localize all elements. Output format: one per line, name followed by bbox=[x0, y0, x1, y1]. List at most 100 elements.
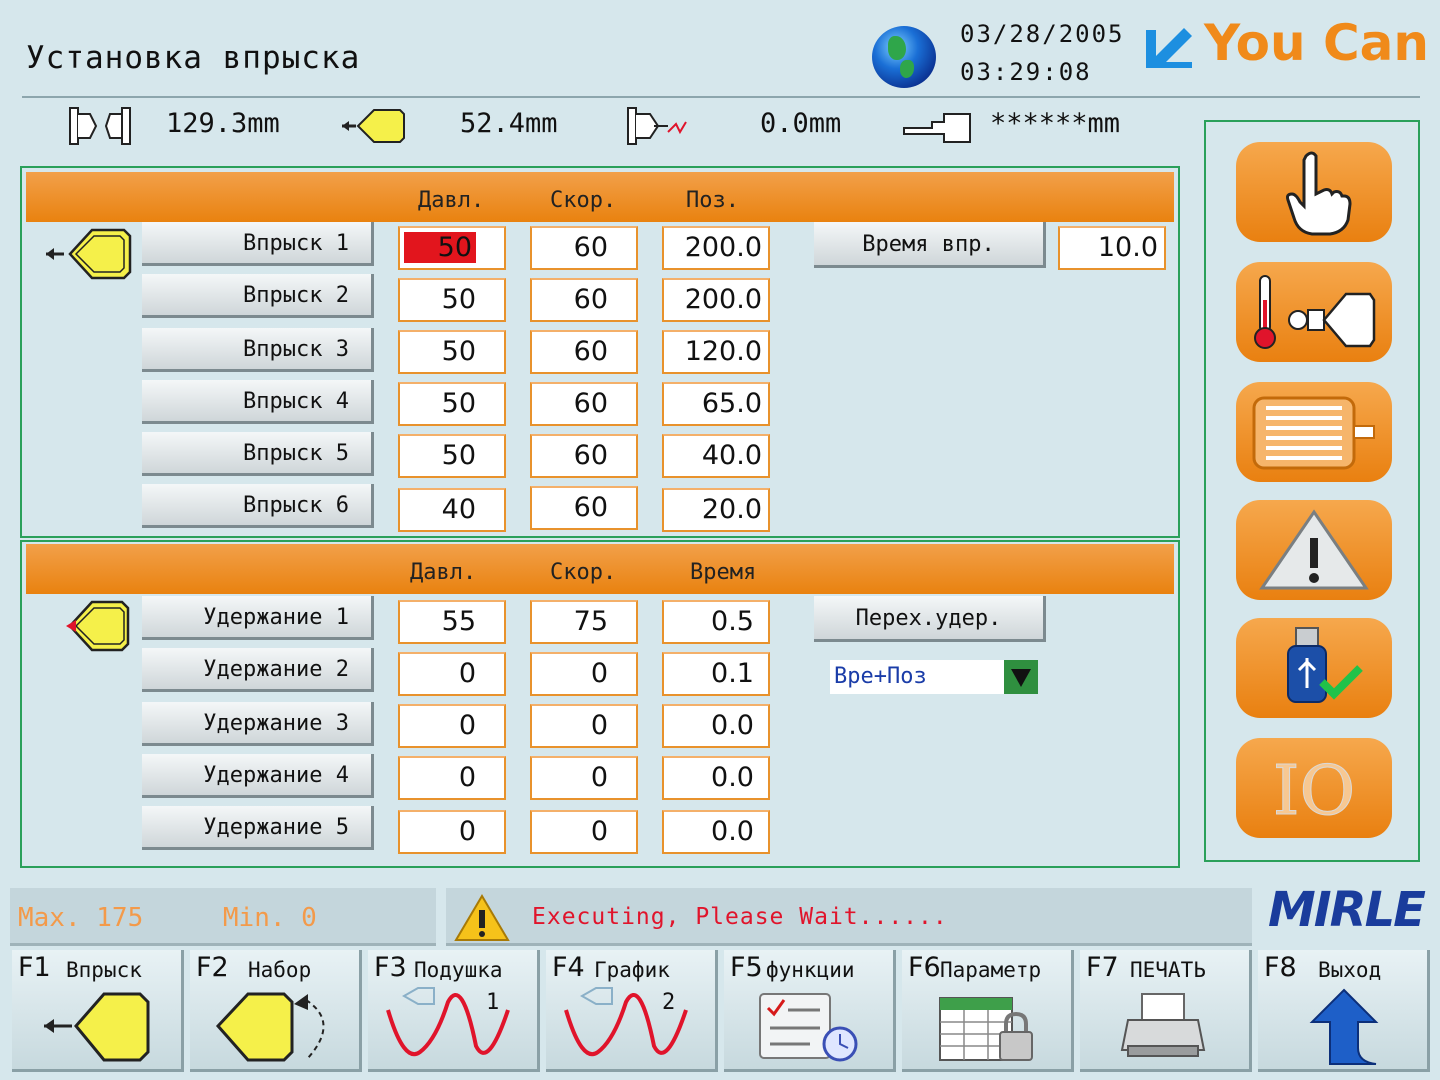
f7-print-key[interactable]: F7 ПЕЧАТЬ bbox=[1080, 950, 1252, 1072]
header-divider bbox=[22, 96, 1420, 98]
alarm-button[interactable] bbox=[1236, 500, 1392, 600]
holding-stage-5-button[interactable]: Удержание 5 bbox=[142, 806, 374, 850]
injection-5-speed-input[interactable]: 60 bbox=[530, 434, 638, 478]
holding-3-pressure-input[interactable]: 0 bbox=[398, 704, 506, 748]
screen: Установка впрыска 03/28/2005 03:29:08 Yo… bbox=[0, 0, 1440, 1080]
f5-functions-key[interactable]: F5 функции bbox=[724, 950, 896, 1072]
holding-4-pressure-input[interactable]: 0 bbox=[398, 756, 506, 800]
injection-position-icon bbox=[342, 109, 405, 143]
injection-stage-2-button[interactable]: Впрыск 2 bbox=[142, 274, 374, 318]
holding-2-pressure-input[interactable]: 0 bbox=[398, 652, 506, 696]
injection-1-position-input[interactable]: 200.0 bbox=[662, 226, 770, 270]
globe-icon[interactable] bbox=[872, 26, 936, 88]
manual-mode-button[interactable] bbox=[1236, 142, 1392, 242]
f7-number: F7 bbox=[1086, 952, 1119, 983]
temperature-button[interactable] bbox=[1236, 262, 1392, 362]
holding-2-time-input[interactable]: 0.1 bbox=[662, 652, 770, 696]
vendor-logo: MIRLE bbox=[1268, 882, 1426, 938]
injection-6-pressure-input[interactable]: 40 bbox=[398, 488, 506, 532]
holding-4-speed-input[interactable]: 0 bbox=[530, 756, 638, 800]
holding-stage-icon bbox=[66, 600, 130, 652]
holding-1-pressure-input[interactable]: 55 bbox=[398, 600, 506, 644]
injection-2-position-input[interactable]: 200.0 bbox=[662, 278, 770, 322]
f2-number: F2 bbox=[196, 952, 229, 983]
injection-time-button[interactable]: Время впр. bbox=[814, 222, 1046, 268]
f4-graph-key[interactable]: F4 График 2 bbox=[546, 950, 718, 1072]
injection-stage-icon bbox=[46, 228, 132, 280]
alarm-warning-icon bbox=[1259, 509, 1369, 590]
injection-1-pressure-input[interactable]: 50 bbox=[398, 226, 506, 270]
f5-label: функции bbox=[766, 958, 855, 982]
cushion-curve-icon bbox=[386, 987, 510, 1057]
f1-injection-key[interactable]: F1 Впрыск bbox=[12, 950, 184, 1072]
injection-1-pressure-value: 50 bbox=[403, 232, 476, 263]
page-title: Установка впрыска bbox=[26, 40, 361, 76]
column-position: Поз. bbox=[686, 188, 739, 213]
injection-icon bbox=[44, 992, 150, 1062]
screw-position-value: 52.4mm bbox=[460, 108, 558, 139]
injection-2-pressure-input[interactable]: 50 bbox=[398, 278, 506, 322]
injection-stage-5-button[interactable]: Впрыск 5 bbox=[142, 432, 374, 476]
f8-number: F8 bbox=[1264, 952, 1297, 983]
injection-header-band: Давл. Скор. Поз. bbox=[26, 172, 1174, 222]
f1-number: F1 bbox=[18, 952, 51, 983]
column-time: Время bbox=[690, 560, 757, 585]
injection-stage-4-button[interactable]: Впрыск 4 bbox=[142, 380, 374, 424]
holding-2-speed-input[interactable]: 0 bbox=[530, 652, 638, 696]
holding-5-speed-input[interactable]: 0 bbox=[530, 810, 638, 854]
usb-button[interactable] bbox=[1236, 618, 1392, 718]
injection-6-position-input[interactable]: 20.0 bbox=[662, 488, 770, 532]
checklist-clock-icon bbox=[759, 993, 858, 1062]
holding-5-time-input[interactable]: 0.0 bbox=[662, 810, 770, 854]
core-pull-icon bbox=[903, 113, 971, 143]
motor-button[interactable] bbox=[1236, 382, 1392, 482]
charge-icon bbox=[215, 992, 325, 1062]
holding-1-speed-input[interactable]: 75 bbox=[530, 600, 638, 644]
column-speed: Скор. bbox=[550, 188, 617, 213]
injection-4-speed-input[interactable]: 60 bbox=[530, 382, 638, 426]
globe-land bbox=[888, 36, 906, 60]
holding-stage-1-button[interactable]: Удержание 1 bbox=[142, 596, 374, 640]
f3-cushion-key[interactable]: F3 Подушка 1 bbox=[368, 950, 540, 1072]
holding-1-time-input[interactable]: 0.5 bbox=[662, 600, 770, 644]
transfer-mode-select[interactable]: Вре+Поз bbox=[830, 660, 1038, 694]
f2-label: Набор bbox=[248, 958, 312, 982]
holding-4-time-input[interactable]: 0.0 bbox=[662, 756, 770, 800]
injection-stage-3-button[interactable]: Впрыск 3 bbox=[142, 328, 374, 372]
f2-charge-key[interactable]: F2 Набор bbox=[190, 950, 362, 1072]
chevron-down-icon[interactable] bbox=[1004, 660, 1038, 694]
holding-stage-3-button[interactable]: Удержание 3 bbox=[142, 702, 374, 746]
usb-drive-icon bbox=[1287, 627, 1363, 703]
mold-open-icon bbox=[69, 107, 131, 145]
injection-2-speed-input[interactable]: 60 bbox=[530, 278, 638, 322]
column-pressure: Давл. bbox=[418, 188, 485, 213]
injection-stage-6-button[interactable]: Впрыск 6 bbox=[142, 484, 374, 528]
injection-4-pressure-input[interactable]: 50 bbox=[398, 382, 506, 426]
injection-3-pressure-input[interactable]: 50 bbox=[398, 330, 506, 374]
f8-exit-key[interactable]: F8 Выход bbox=[1258, 950, 1430, 1072]
ejector-position-value: 0.0mm bbox=[760, 108, 842, 139]
injection-4-position-input[interactable]: 65.0 bbox=[662, 382, 770, 426]
ejector-icon bbox=[627, 107, 687, 145]
hold-transfer-button[interactable]: Перех.удер. bbox=[814, 596, 1046, 642]
injection-1-speed-input[interactable]: 60 bbox=[530, 226, 638, 270]
injection-time-input[interactable]: 10.0 bbox=[1058, 226, 1166, 270]
injection-6-speed-input[interactable]: 60 bbox=[530, 486, 638, 530]
injection-5-position-input[interactable]: 40.0 bbox=[662, 434, 770, 478]
injection-3-position-input[interactable]: 120.0 bbox=[662, 330, 770, 374]
io-icon: IO bbox=[1272, 752, 1356, 832]
f6-label: Параметр bbox=[940, 958, 1042, 982]
io-button[interactable]: IO bbox=[1236, 738, 1392, 838]
f6-parameter-key[interactable]: F6 Параметр bbox=[902, 950, 1074, 1072]
injection-stage-1-button[interactable]: Впрыск 1 bbox=[142, 222, 374, 266]
holding-5-pressure-input[interactable]: 0 bbox=[398, 810, 506, 854]
injection-5-pressure-input[interactable]: 50 bbox=[398, 434, 506, 478]
holding-stage-4-button[interactable]: Удержание 4 bbox=[142, 754, 374, 798]
column-pressure: Давл. bbox=[410, 560, 477, 585]
holding-stage-2-button[interactable]: Удержание 2 bbox=[142, 648, 374, 692]
holding-3-time-input[interactable]: 0.0 bbox=[662, 704, 770, 748]
injection-3-speed-input[interactable]: 60 bbox=[530, 330, 638, 374]
globe-land bbox=[900, 60, 914, 78]
holding-3-speed-input[interactable]: 0 bbox=[530, 704, 638, 748]
spreadsheet-lock-icon bbox=[939, 997, 1033, 1061]
